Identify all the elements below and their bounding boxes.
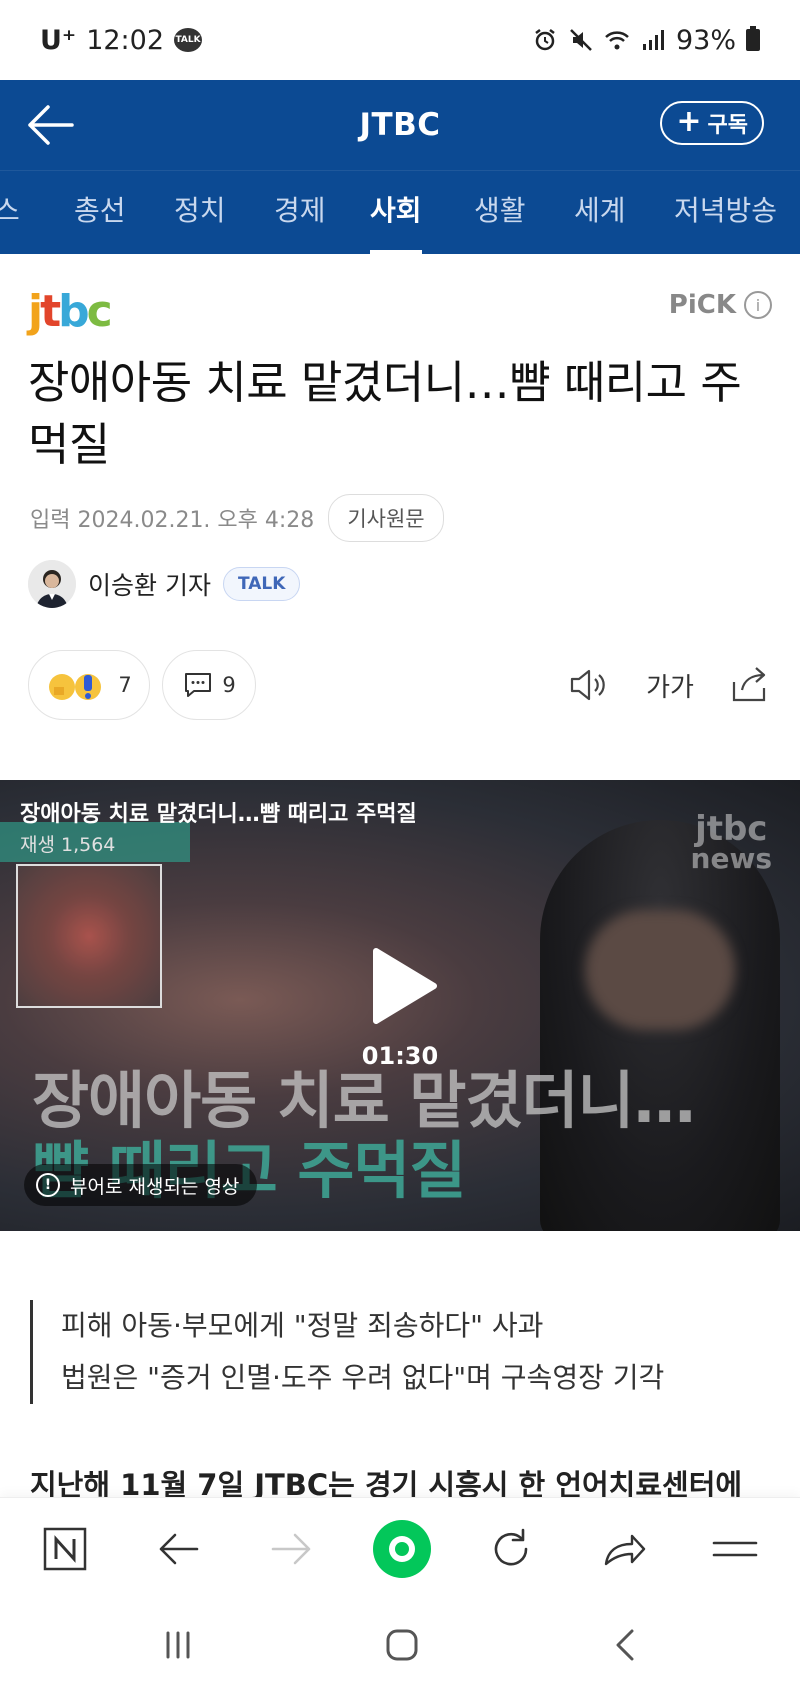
browser-toolbar <box>0 1497 800 1599</box>
viewer-notice: ! 뷰어로 재생되는 영상 <box>24 1164 258 1206</box>
reaction-emoji-icon <box>49 674 102 700</box>
system-back-icon[interactable] <box>606 1625 646 1665</box>
green-dot-icon <box>389 1536 415 1562</box>
tab-world[interactable]: 세계 <box>574 171 626 254</box>
tab-partial[interactable]: 스 <box>0 171 20 254</box>
battery-icon <box>746 26 760 51</box>
comment-count: 9 <box>222 673 236 697</box>
summary-line: 법원은 "증거 인멸·도주 우려 없다"며 구속영장 기각 <box>61 1361 665 1394</box>
speaker-icon[interactable] <box>566 662 612 708</box>
back-arrow-icon[interactable] <box>26 102 76 148</box>
video-title: 장애아동 치료 맡겼더니…뺨 때리고 주먹질 <box>20 802 417 827</box>
signal-icon <box>642 30 664 50</box>
video-inset-image <box>16 864 162 1008</box>
mute-icon <box>570 29 592 51</box>
kakaotalk-icon: TALK <box>174 28 202 52</box>
comment-icon <box>185 673 212 697</box>
video-player[interactable]: jtbcnews 장애아동 치료 맡겼더니… 뺨 때리고 주먹질 장애아동 치료… <box>0 780 800 1231</box>
naver-home-icon[interactable] <box>40 1524 90 1574</box>
share-forward-icon[interactable] <box>598 1524 648 1574</box>
pick-label: PiCK <box>668 290 736 320</box>
tab-politics[interactable]: 정치 <box>174 171 226 254</box>
tab-election[interactable]: 총선 <box>74 171 126 254</box>
alarm-icon <box>535 29 555 51</box>
tab-evening[interactable]: 저녁방송 <box>674 171 777 254</box>
subscribe-button[interactable]: + 구독 <box>660 101 764 145</box>
avatar-image <box>28 560 76 608</box>
share-icon[interactable] <box>726 662 772 708</box>
app-header: JTBC + 구독 <box>0 80 800 170</box>
brand-sub: news <box>690 842 772 875</box>
clock: 12:02 <box>86 24 164 56</box>
header-title: JTBC <box>359 107 441 143</box>
pick-badge[interactable]: PiCK i <box>669 290 772 320</box>
video-blurred-face <box>585 910 735 1030</box>
system-navigation-bar <box>0 1599 800 1689</box>
play-icon[interactable] <box>368 945 440 1027</box>
tab-living[interactable]: 생활 <box>474 171 526 254</box>
battery-percent: 93% <box>675 24 736 56</box>
forward-icon[interactable] <box>267 1524 317 1574</box>
summary-line: 피해 아동·부모에게 "정말 죄송하다" 사과 <box>61 1309 544 1342</box>
font-size-label: 가가 <box>646 672 694 703</box>
refresh-icon[interactable] <box>486 1524 536 1574</box>
tab-economy[interactable]: 경제 <box>274 171 326 254</box>
viewer-notice-text: 뷰어로 재생되는 영상 <box>70 1175 240 1198</box>
menu-icon[interactable] <box>710 1524 760 1574</box>
published-date: 입력 2024.02.21. 오후 4:28 <box>30 508 315 533</box>
reporter-row: 이승환 기자 TALK <box>28 560 301 608</box>
reaction-button[interactable]: 7 <box>28 650 150 720</box>
article-summary: 피해 아동·부모에게 "정말 죄송하다" 사과 법원은 "증거 인멸·도주 우려… <box>30 1300 664 1404</box>
plus-icon: + <box>676 103 702 139</box>
reporter-talk-button[interactable]: TALK <box>222 567 301 601</box>
jtbc-press-logo[interactable]: jtbc <box>28 286 113 337</box>
subscribe-label: 구독 <box>707 113 748 138</box>
recent-apps-icon[interactable] <box>158 1625 198 1665</box>
article-dateline: 입력 2024.02.21. 오후 4:28 기사원문 <box>30 494 444 542</box>
reporter-avatar[interactable] <box>28 560 76 608</box>
video-view-count: 재생 1,564 <box>20 834 116 856</box>
reaction-count: 7 <box>118 673 132 697</box>
info-icon: i <box>744 291 772 319</box>
category-tabs: 스 총선 정치 경제 사회 생활 세계 저녁방송 <box>0 170 800 254</box>
comment-button[interactable]: 9 <box>162 650 256 720</box>
original-article-button[interactable]: 기사원문 <box>328 494 444 542</box>
back-icon[interactable] <box>153 1524 203 1574</box>
font-size-button[interactable]: 가가 <box>644 662 696 708</box>
status-bar: U⁺ 12:02 TALK 93% <box>0 0 800 80</box>
jtbc-news-watermark: jtbc news <box>690 812 772 875</box>
video-duration: 01:30 <box>361 1042 439 1070</box>
green-dot-button[interactable] <box>373 1520 431 1578</box>
notice-info-icon: ! <box>36 1173 60 1197</box>
carrier-label: U⁺ <box>40 24 77 56</box>
article-title: 장애아동 치료 맡겼더니…뺨 때리고 주먹질 <box>28 356 742 471</box>
tab-society[interactable]: 사회 <box>370 171 422 254</box>
reporter-name[interactable]: 이승환 기자 <box>88 566 211 602</box>
home-icon[interactable] <box>382 1625 422 1665</box>
wifi-icon <box>605 31 629 50</box>
